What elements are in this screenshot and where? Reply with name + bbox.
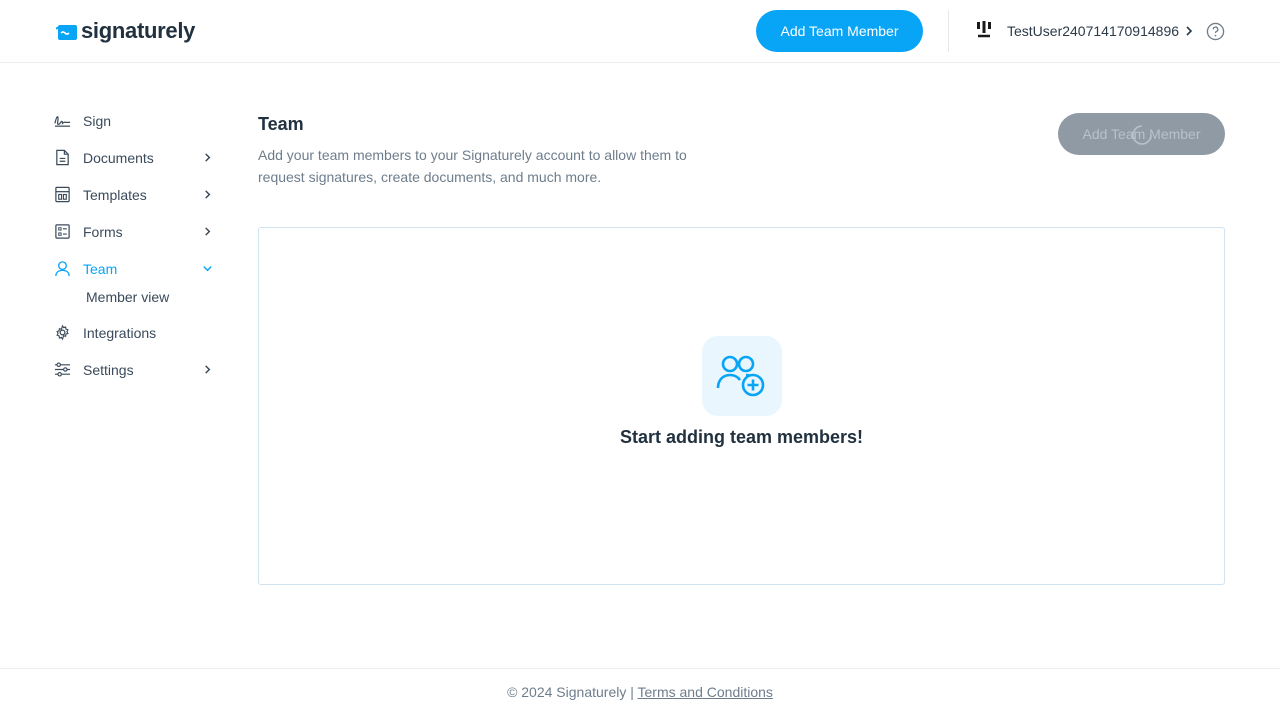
header-divider	[948, 10, 949, 52]
sidebar-item-label: Integrations	[83, 324, 157, 341]
team-empty-state-card: Start adding team members!	[258, 227, 1225, 585]
chevron-right-icon	[205, 190, 211, 199]
sidebar-item-label: Templates	[83, 186, 147, 203]
document-icon	[56, 149, 69, 166]
sidebar-item-label: Team	[83, 260, 118, 277]
chevron-down-icon	[203, 266, 212, 272]
page-title: Team	[258, 114, 304, 134]
help-icon[interactable]	[1206, 22, 1225, 41]
page-description: Add your team members to your Signaturel…	[258, 147, 687, 185]
chevron-right-icon	[205, 365, 211, 374]
gear-icon	[56, 324, 69, 341]
logo-icon	[56, 25, 77, 40]
sliders-icon	[54, 362, 71, 377]
user-icon	[55, 261, 70, 277]
sidebar-item-sign[interactable]: Sign	[54, 102, 224, 139]
signature-icon	[54, 116, 71, 127]
sidebar-item-documents[interactable]: Documents	[54, 139, 224, 176]
chevron-right-icon	[1186, 26, 1193, 36]
sidebar-item-templates[interactable]: Templates	[54, 176, 224, 213]
user-avatar-icon	[977, 21, 991, 38]
chevron-right-icon	[205, 227, 211, 236]
terms-and-conditions-link[interactable]: Terms and Conditions	[638, 684, 773, 700]
logo-text: signaturely	[81, 18, 196, 43]
top-header: signaturely Add Team Member TestUser2407…	[0, 0, 1280, 63]
sidebar-item-label: Sign	[83, 112, 112, 129]
signaturely-logo[interactable]: signaturely	[56, 18, 195, 44]
chevron-right-icon	[205, 153, 211, 162]
user-menu[interactable]: TestUser240714170914896	[972, 19, 1195, 43]
user-name: TestUser240714170914896	[1007, 23, 1180, 39]
loading-spinner-icon	[1132, 125, 1152, 145]
sidebar-item-label: Forms	[83, 223, 123, 240]
template-icon	[55, 186, 70, 203]
sidebar-item-team[interactable]: Team	[54, 250, 224, 287]
sidebar-item-forms[interactable]: Forms	[54, 213, 224, 250]
sidebar-item-integrations[interactable]: Integrations	[54, 314, 224, 351]
sidebar-nav: Sign Documents Templates Forms Team Memb…	[54, 102, 224, 388]
form-icon	[55, 224, 70, 239]
footer: © 2024 Signaturely | Terms and Condition…	[0, 668, 1280, 720]
footer-copyright: © 2024 Signaturely |	[507, 684, 638, 700]
sidebar-subitem-label: Member view	[86, 288, 170, 305]
empty-state-title: Start adding team members!	[619, 427, 864, 447]
sidebar-item-settings[interactable]: Settings	[54, 351, 224, 388]
add-team-member-header-button[interactable]: Add Team Member	[756, 10, 923, 52]
empty-state-icon-container	[702, 336, 782, 416]
add-users-icon	[716, 355, 765, 397]
sidebar-subitem-member-view[interactable]: Member view	[54, 283, 224, 310]
sidebar-item-label: Settings	[83, 361, 134, 378]
sidebar-item-label: Documents	[83, 149, 154, 166]
